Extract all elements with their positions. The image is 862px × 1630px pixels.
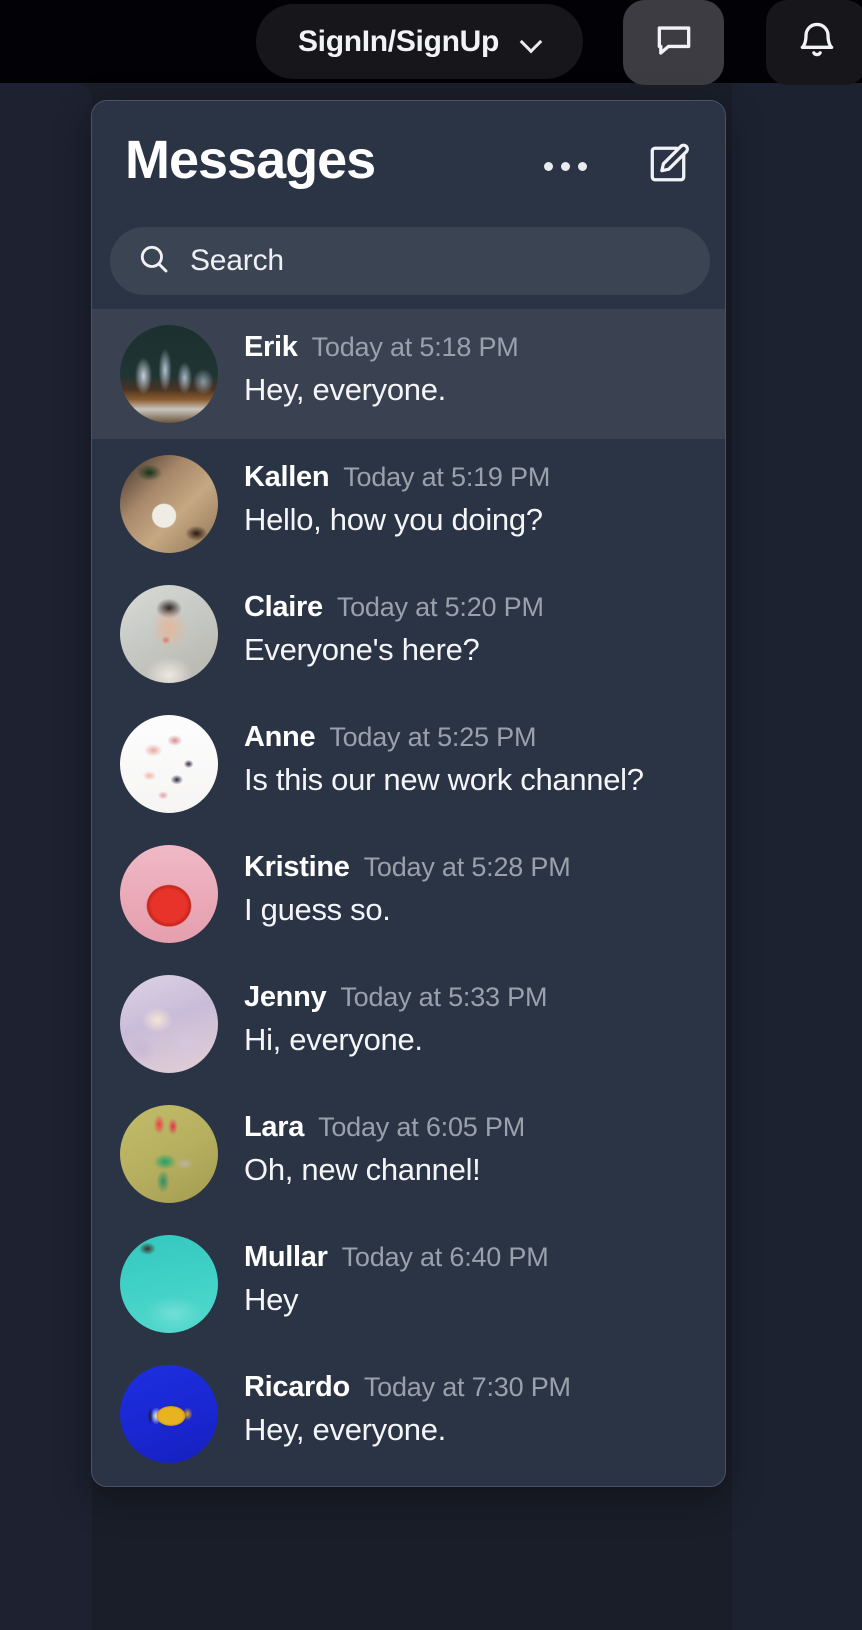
- avatar-image: [120, 1105, 218, 1203]
- message-sender-name: Claire: [244, 591, 323, 623]
- panel-header-actions: [540, 137, 695, 196]
- message-body: Lara Today at 6:05 PM Oh, new channel!: [244, 1105, 705, 1188]
- compose-message-button[interactable]: [641, 137, 695, 196]
- backdrop-right-column: [732, 82, 862, 1630]
- message-list-item[interactable]: Ricardo Today at 7:30 PM Hey, everyone.: [92, 1349, 725, 1479]
- message-body: Kallen Today at 5:19 PM Hello, how you doi…: [244, 455, 705, 538]
- search-input[interactable]: Search: [190, 244, 284, 278]
- message-sender-name: Ricardo: [244, 1371, 350, 1403]
- message-timestamp: Today at 6:40 PM: [341, 1242, 549, 1272]
- flowers-avatar: [120, 715, 218, 813]
- message-timestamp: Today at 6:05 PM: [318, 1112, 525, 1142]
- message-meta: Erik Today at 5:18 PM: [244, 331, 705, 364]
- bell-icon: [795, 18, 839, 67]
- message-meta: Kristine Today at 5:28 PM: [244, 851, 705, 884]
- top-navigation-bar: SignIn/SignUp: [0, 0, 862, 85]
- message-timestamp: Today at 5:33 PM: [340, 982, 548, 1012]
- city-skyline-avatar: [120, 325, 218, 423]
- avatar-image: [120, 1235, 218, 1333]
- compose-pencil-icon: [645, 141, 691, 192]
- message-sender-name: Jenny: [244, 981, 327, 1013]
- message-preview-text: Is this our new work channel?: [244, 762, 644, 797]
- message-meta: Jenny Today at 5:33 PM: [244, 981, 705, 1014]
- chat-bubble-icon: [652, 18, 696, 67]
- message-list-item[interactable]: Kallen Today at 5:19 PM Hello, how you doi…: [92, 439, 725, 569]
- message-list-item[interactable]: Mullar Today at 6:40 PM Hey: [92, 1219, 725, 1349]
- message-meta: Ricardo Today at 7:30 PM: [244, 1371, 705, 1404]
- signin-signup-button[interactable]: SignIn/SignUp: [256, 4, 583, 79]
- message-preview-text: Hey: [244, 1282, 299, 1317]
- message-meta: Kallen Today at 5:19 PM: [244, 461, 705, 494]
- message-meta: Lara Today at 6:05 PM: [244, 1111, 705, 1144]
- message-sender-name: Mullar: [244, 1241, 328, 1273]
- avatar-image: [120, 455, 218, 553]
- message-timestamp: Today at 5:28 PM: [363, 852, 571, 882]
- message-timestamp: Today at 5:25 PM: [329, 722, 537, 752]
- message-list-item[interactable]: Kristine Today at 5:28 PM I guess so.: [92, 829, 725, 959]
- search-icon: [136, 241, 172, 282]
- portrait-avatar: [120, 585, 218, 683]
- message-meta: Anne Today at 5:25 PM: [244, 721, 705, 754]
- message-body: Jenny Today at 5:33 PM Hi, everyone.: [244, 975, 705, 1058]
- message-meta: Claire Today at 5:20 PM: [244, 591, 705, 624]
- pink-sky-avatar: [120, 975, 218, 1073]
- ellipsis-icon-dot: [578, 162, 587, 171]
- avatar-image: [120, 585, 218, 683]
- avatar-image: [120, 1365, 218, 1463]
- avatar-image: [120, 975, 218, 1073]
- messages-toggle-button[interactable]: [623, 0, 724, 85]
- message-body: Erik Today at 5:18 PM Hey, everyone.: [244, 325, 705, 408]
- strawberry-avatar: [120, 845, 218, 943]
- page-title: Messages: [125, 130, 376, 190]
- message-list-item[interactable]: Lara Today at 6:05 PM Oh, new channel!: [92, 1089, 725, 1219]
- message-body: Ricardo Today at 7:30 PM Hey, everyone.: [244, 1365, 705, 1448]
- notifications-button[interactable]: [766, 0, 862, 85]
- message-body: Claire Today at 5:20 PM Everyone's here?: [244, 585, 705, 668]
- message-timestamp: Today at 5:18 PM: [311, 332, 519, 362]
- avatar-image: [120, 845, 218, 943]
- avatar-image: [120, 715, 218, 813]
- hummingbird-avatar: [120, 1105, 218, 1203]
- message-preview-text: Everyone's here?: [244, 632, 480, 667]
- ellipsis-icon-dot: [561, 162, 570, 171]
- message-list-item[interactable]: Jenny Today at 5:33 PM Hi, everyone.: [92, 959, 725, 1089]
- message-preview-text: Hey, everyone.: [244, 1412, 446, 1447]
- search-input-container[interactable]: Search: [110, 227, 710, 295]
- message-sender-name: Erik: [244, 331, 298, 363]
- more-options-button[interactable]: [540, 152, 591, 181]
- message-preview-text: I guess so.: [244, 892, 391, 927]
- tropical-fish-avatar: [120, 1365, 218, 1463]
- message-preview-text: Oh, new channel!: [244, 1152, 481, 1187]
- message-sender-name: Kristine: [244, 851, 350, 883]
- chevron-down-icon: [521, 32, 541, 52]
- message-sender-name: Kallen: [244, 461, 330, 493]
- messages-dropdown-panel: Messages Search Erik Today at 5:18 PM He…: [91, 100, 726, 1487]
- message-preview-text: Hey, everyone.: [244, 372, 446, 407]
- food-table-avatar: [120, 455, 218, 553]
- message-preview-text: Hi, everyone.: [244, 1022, 423, 1057]
- message-preview-text: Hello, how you doing?: [244, 502, 543, 537]
- message-timestamp: Today at 7:30 PM: [363, 1372, 571, 1402]
- message-body: Anne Today at 5:25 PM Is this our new work…: [244, 715, 705, 798]
- avatar-image: [120, 325, 218, 423]
- messages-list: Erik Today at 5:18 PM Hey, everyone. Kallen…: [92, 309, 725, 1479]
- messages-panel-header: Messages Search: [92, 101, 725, 309]
- backdrop-left-column: [0, 82, 92, 1630]
- message-list-item[interactable]: Erik Today at 5:18 PM Hey, everyone.: [92, 309, 725, 439]
- message-body: Kristine Today at 5:28 PM I guess so.: [244, 845, 705, 928]
- message-sender-name: Lara: [244, 1111, 305, 1143]
- message-timestamp: Today at 5:20 PM: [336, 592, 544, 622]
- message-list-item[interactable]: Anne Today at 5:25 PM Is this our new work…: [92, 699, 725, 829]
- message-timestamp: Today at 5:19 PM: [343, 462, 551, 492]
- turquoise-water-avatar: [120, 1235, 218, 1333]
- ellipsis-icon-dot: [544, 162, 553, 171]
- message-list-item[interactable]: Claire Today at 5:20 PM Everyone's here?: [92, 569, 725, 699]
- message-meta: Mullar Today at 6:40 PM: [244, 1241, 705, 1274]
- message-body: Mullar Today at 6:40 PM Hey: [244, 1235, 705, 1318]
- message-sender-name: Anne: [244, 721, 316, 753]
- signin-signup-label: SignIn/SignUp: [297, 24, 500, 58]
